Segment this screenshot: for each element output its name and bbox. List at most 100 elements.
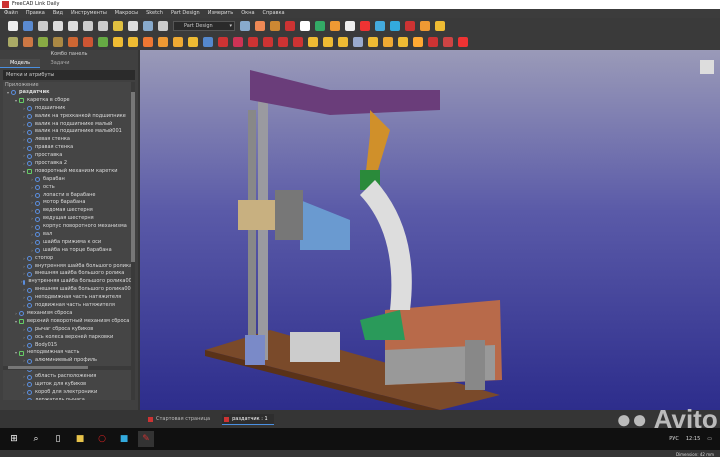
3d-viewport[interactable]: Dimension: 42 mm	[140, 50, 720, 457]
tab-start-page[interactable]: Стартовая страница	[146, 414, 216, 425]
toolbar-button-icon[interactable]	[53, 37, 63, 47]
toolbar-button-icon[interactable]	[458, 37, 468, 47]
tree-item[interactable]: ›держатель рычага	[3, 397, 135, 400]
toolbar-button-icon[interactable]	[173, 37, 183, 47]
toolbar-button-icon[interactable]	[158, 37, 168, 47]
toolbar-button-icon[interactable]	[240, 21, 250, 31]
tree-item[interactable]: › правая стенка	[3, 144, 135, 152]
menu-item[interactable]: Вид	[53, 10, 63, 16]
toolbar-button-icon[interactable]	[285, 21, 295, 31]
toolbar-button-icon[interactable]	[203, 37, 213, 47]
toolbar-button-icon[interactable]	[68, 21, 78, 31]
toolbar-button-icon[interactable]	[338, 37, 348, 47]
toolbar-button-icon[interactable]	[383, 37, 393, 47]
toolbar-button-icon[interactable]	[323, 37, 333, 47]
toolbar-button-icon[interactable]	[233, 37, 243, 47]
tree-item[interactable]: › левая стенка	[3, 136, 135, 144]
toolbar-button-icon[interactable]	[390, 21, 400, 31]
toolbar-button-icon[interactable]	[293, 37, 303, 47]
tree-item[interactable]: › ось колеса верхней парковки	[3, 334, 135, 342]
tree-item[interactable]: › валик на подшипнике малый001	[3, 128, 135, 136]
toolbar-button-icon[interactable]	[428, 37, 438, 47]
toolbar-button-icon[interactable]	[270, 21, 280, 31]
tree-vertical-scrollbar[interactable]	[131, 82, 135, 400]
tree-item[interactable]: › шайба на торце барабана	[3, 247, 135, 255]
opera-icon[interactable]: ○	[94, 431, 110, 447]
toolbar-button-icon[interactable]	[83, 37, 93, 47]
tree-item[interactable]: › барабан	[3, 176, 135, 184]
task-view-icon[interactable]: ▯	[50, 431, 66, 447]
toolbar-button-icon[interactable]	[255, 21, 265, 31]
toolbar-button-icon[interactable]	[98, 37, 108, 47]
menu-item[interactable]: Sketch	[146, 10, 163, 16]
tree-item[interactable]: › корпус поворотного механизма	[3, 223, 135, 231]
workbench-selector[interactable]: Part Design	[173, 21, 235, 31]
toolbar-button-icon[interactable]	[23, 37, 33, 47]
toolbar-button-icon[interactable]	[308, 37, 318, 47]
tray-time[interactable]: 12:15	[686, 428, 700, 450]
toolbar-button-icon[interactable]	[353, 37, 363, 47]
tree-item[interactable]: › неподвижная часть натяжителя	[3, 294, 135, 302]
toolbar-button-icon[interactable]	[248, 37, 258, 47]
tree-item[interactable]: › короб для электроники	[3, 389, 135, 397]
menu-item[interactable]: Окна	[241, 10, 254, 16]
toolbar-button-icon[interactable]	[83, 21, 93, 31]
toolbar-button-icon[interactable]	[113, 37, 123, 47]
toolbar-button-icon[interactable]	[218, 37, 228, 47]
tree-item[interactable]: ▾ поворотный механизм каретки	[3, 168, 135, 176]
toolbar-button-icon[interactable]	[330, 21, 340, 31]
toolbar-button-icon[interactable]	[53, 21, 63, 31]
toolbar-button-icon[interactable]	[8, 37, 18, 47]
toolbar-button-icon[interactable]	[405, 21, 415, 31]
menu-item[interactable]: Part Design	[171, 10, 200, 16]
toolbar-button-icon[interactable]	[435, 21, 445, 31]
windows-start-icon[interactable]: ⊞	[6, 431, 22, 447]
app-icon[interactable]: ■	[116, 431, 132, 447]
toolbar-button-icon[interactable]	[368, 37, 378, 47]
toolbar-button-icon[interactable]	[300, 21, 310, 31]
tab-model[interactable]: Модель	[0, 59, 40, 68]
menu-item[interactable]: Файл	[4, 10, 18, 16]
tab-document[interactable]: раздатчик : 1	[222, 413, 274, 425]
toolbar-button-icon[interactable]	[143, 21, 153, 31]
menu-item[interactable]: Правка	[26, 10, 45, 16]
tree-item[interactable]: › проставка	[3, 152, 135, 160]
toolbar-button-icon[interactable]	[128, 21, 138, 31]
tree-item[interactable]: › Body015	[3, 342, 135, 350]
toolbar-button-icon[interactable]	[345, 21, 355, 31]
toolbar-button-icon[interactable]	[128, 37, 138, 47]
toolbar-button-icon[interactable]	[113, 21, 123, 31]
menu-item[interactable]: Измерить	[208, 10, 234, 16]
toolbar-button-icon[interactable]	[413, 37, 423, 47]
tree-horizontal-scrollbar[interactable]	[3, 366, 131, 370]
toolbar-button-icon[interactable]	[38, 37, 48, 47]
tree-item[interactable]: ▾ раздатчик	[3, 89, 135, 97]
toolbar-button-icon[interactable]	[158, 21, 168, 31]
tree-item[interactable]: › лопасти в барабане	[3, 192, 135, 200]
tree-item[interactable]: › проставка 2	[3, 160, 135, 168]
toolbar-button-icon[interactable]	[278, 37, 288, 47]
toolbar-button-icon[interactable]	[23, 21, 33, 31]
toolbar-button-icon[interactable]	[375, 21, 385, 31]
toolbar-button-icon[interactable]	[143, 37, 153, 47]
tree-item[interactable]: › валик на трехканкой подшипнике	[3, 113, 135, 121]
toolbar-button-icon[interactable]	[443, 37, 453, 47]
notifications-icon[interactable]: ▭	[707, 428, 712, 450]
toolbar-button-icon[interactable]	[360, 21, 370, 31]
tree-item[interactable]: › механизм сброса	[3, 310, 135, 318]
tree-item[interactable]: › подшипник	[3, 105, 135, 113]
tree-item[interactable]: › внешняя шайба большого ролика001	[3, 286, 135, 294]
toolbar-button-icon[interactable]	[68, 37, 78, 47]
toolbar-button-icon[interactable]	[398, 37, 408, 47]
tree-item[interactable]: › алюминиевый профиль	[3, 357, 135, 365]
tree-item[interactable]: ▾ каретка в сборе	[3, 97, 135, 105]
tree-item[interactable]: › рычаг сброса кубиков	[3, 326, 135, 334]
tree-item[interactable]: ▾ верхний поворотный механизм сброса	[3, 318, 135, 326]
menu-item[interactable]: Инструменты	[71, 10, 107, 16]
tree-item[interactable]: › мотор барабана	[3, 199, 135, 207]
tree-item[interactable]: › ведомая шестерня	[3, 207, 135, 215]
freecad-taskbar-icon[interactable]: ✎	[138, 431, 154, 447]
tree-item[interactable]: › ведущая шестерня	[3, 215, 135, 223]
tree-item[interactable]: › область расположения	[3, 373, 135, 381]
toolbar-button-icon[interactable]	[38, 21, 48, 31]
